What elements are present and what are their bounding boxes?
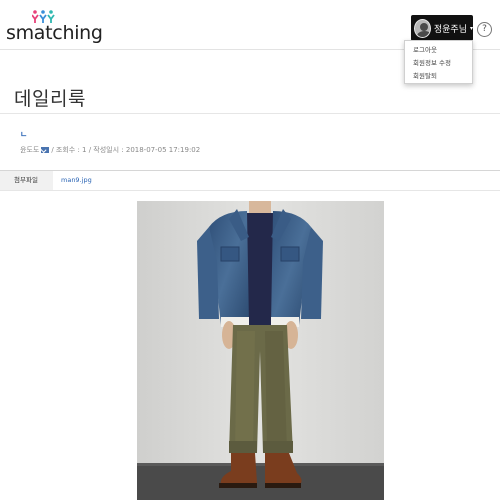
logo-text: smatching (6, 22, 103, 44)
divider (0, 113, 500, 114)
menu-item-withdraw[interactable]: 회원탈퇴 (405, 70, 472, 83)
avatar-icon (414, 18, 431, 38)
help-icon[interactable]: ? (477, 22, 492, 37)
post-photo (137, 201, 384, 500)
chevron-down-icon: ▾ (469, 24, 473, 32)
user-dropdown-menu: 로그아웃 회원정보 수정 회원탈퇴 (404, 40, 473, 84)
divider (0, 190, 500, 191)
attachment-label: 첨부파일 (0, 171, 53, 190)
page-title: 데일리룩 (14, 88, 86, 110)
attachment-file-link[interactable]: man9.jpg (61, 171, 92, 190)
user-menu-button[interactable]: 정윤주님 ▾ (411, 15, 473, 41)
post-body-text: ㄴ (20, 130, 28, 139)
user-name: 정윤주님 (433, 24, 467, 35)
mail-icon[interactable] (41, 147, 50, 153)
menu-item-edit-profile[interactable]: 회원정보 수정 (405, 57, 472, 70)
post-stats: / 조회수 : 1 / 작성일시 : 2018-07-05 17:19:02 (51, 146, 201, 154)
author-name[interactable]: 윤도도 (20, 145, 39, 155)
outfit-photo-illustration (137, 201, 384, 500)
smatching-logo[interactable]: smatching (6, 8, 103, 44)
menu-item-logout[interactable]: 로그아웃 (405, 44, 472, 57)
post-meta: 윤도도 / 조회수 : 1 / 작성일시 : 2018-07-05 17:19:… (20, 145, 200, 155)
